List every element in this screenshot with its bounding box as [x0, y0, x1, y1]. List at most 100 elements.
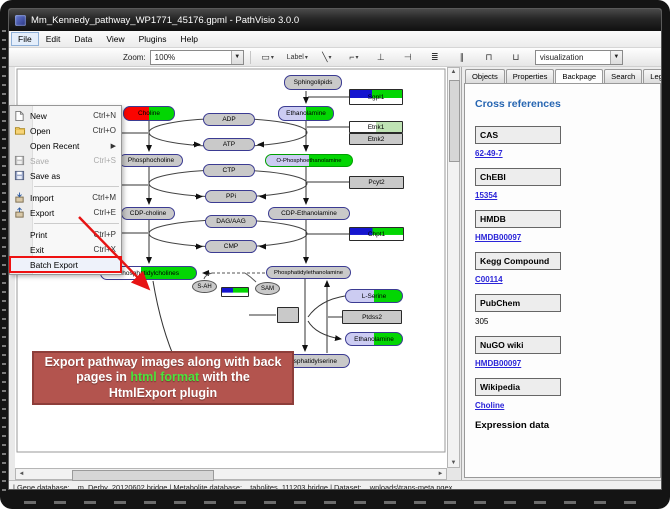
pathway-node-sam[interactable]: SAM	[255, 282, 280, 295]
pathway-node-s-ah[interactable]: S-AH	[192, 280, 217, 293]
common-height-button[interactable]: ⊔	[505, 49, 527, 65]
file-menu-item-exit[interactable]: ExitCtrl+X	[10, 242, 121, 257]
menu-item-label: Save as	[30, 171, 116, 181]
pathway-node-ctp[interactable]: CTP	[203, 164, 255, 177]
common-width-button[interactable]: ⊓	[478, 49, 500, 65]
crossref-section-pubchem: PubChem305	[475, 294, 660, 326]
pathway-node-sgpl1[interactable]: Sgpl1	[349, 89, 403, 105]
file-menu-item-save-as[interactable]: Save as	[10, 168, 121, 183]
blank-icon	[13, 244, 26, 256]
title-bar: Mm_Kennedy_pathway_WP1771_45176.gpml - P…	[9, 9, 661, 31]
menu-item-shortcut: Ctrl+E	[94, 208, 116, 217]
horizontal-scroll-thumb[interactable]	[72, 470, 214, 481]
file-menu-item-open[interactable]: Open Ctrl+O	[10, 123, 121, 138]
cross-references-heading: Cross references	[475, 98, 660, 110]
chevron-down-icon[interactable]: ▼	[610, 51, 622, 64]
pathway-node-l-serine[interactable]: L-Serine	[345, 289, 403, 303]
crossref-section-wikipedia: Wikipedia Choline	[475, 378, 660, 410]
crossref-link-hmdb00097[interactable]: HMDB00097	[475, 359, 521, 368]
pathway-node-etnk1[interactable]: Etnk1	[349, 121, 403, 133]
menu-item-label: Save	[30, 156, 90, 166]
app-icon	[15, 15, 26, 26]
crossref-source-label: Wikipedia	[475, 378, 561, 396]
menu-view[interactable]: View	[99, 32, 131, 46]
pathway-node-phosphocholine[interactable]: Phosphocholine	[119, 154, 183, 167]
file-menu-item-save[interactable]: SaveCtrl+S	[10, 153, 121, 168]
file-menu-item-export[interactable]: ExportCtrl+E	[10, 205, 121, 220]
chevron-down-icon[interactable]: ▾	[305, 54, 308, 61]
menu-item-shortcut: Ctrl+N	[93, 111, 116, 120]
pisd-gene-box[interactable]	[277, 307, 299, 323]
file-menu-item-batch-export[interactable]: Batch Export	[10, 257, 121, 272]
chevron-down-icon[interactable]: ▼	[231, 51, 243, 64]
menu-item-shortcut: Ctrl+P	[94, 230, 116, 239]
frame-perforation-left	[2, 30, 6, 495]
pathway-node-dag-aag[interactable]: DAG/AAG	[205, 215, 257, 228]
chevron-down-icon[interactable]: ▾	[355, 54, 358, 61]
menu-edit[interactable]: Edit	[39, 32, 68, 46]
pathway-node-atp[interactable]: ATP	[203, 138, 255, 151]
file-menu-item-import[interactable]: ImportCtrl+M	[10, 190, 121, 205]
canvas-vertical-scrollbar[interactable]: ▲ ▼	[447, 67, 460, 468]
datanode-tool-button[interactable]: ▭▾	[257, 49, 279, 65]
common-height-icon: ⊔	[512, 52, 519, 63]
distribute-vertical-button[interactable]: ∥	[451, 49, 473, 65]
pemt-gene-box[interactable]	[221, 287, 249, 297]
tab-properties[interactable]: Properties	[506, 69, 555, 83]
file-menu-item-open-recent[interactable]: Open Recent▶	[10, 138, 121, 153]
zoom-combobox[interactable]: 100% ▼	[150, 50, 244, 65]
pathway-node-chpt1[interactable]: Chpt1	[349, 227, 404, 241]
line-tool-button[interactable]: ╲▾	[316, 49, 338, 65]
pathway-node-ppi[interactable]: PPi	[205, 190, 257, 203]
tab-objects[interactable]: Objects	[465, 69, 505, 83]
pathway-node-ethanolamine[interactable]: Ethanolamine	[345, 332, 403, 346]
pathway-node-phosphatidylethanolamine[interactable]: Phosphatidylethanolamine	[266, 266, 351, 279]
menu-help[interactable]: Help	[174, 32, 205, 46]
crossref-source-label: Kegg Compound	[475, 252, 561, 270]
chevron-down-icon[interactable]: ▾	[271, 54, 274, 61]
status-text: | Gene database: ...m_Derby_20120602.bri…	[13, 483, 452, 490]
connector-tool-button[interactable]: ⌐▾	[343, 49, 365, 65]
visualization-combobox[interactable]: visualization ▼	[535, 50, 623, 65]
pathway-node-ethanolamine[interactable]: Ethanolamine	[278, 106, 334, 121]
menu-plugins[interactable]: Plugins	[132, 32, 174, 46]
crossref-link-choline[interactable]: Choline	[475, 401, 504, 410]
file-menu-item-print[interactable]: PrintCtrl+P	[10, 227, 121, 242]
pathway-node-sphingolipids[interactable]: Sphingolipids	[284, 75, 342, 90]
pathway-node-cmp[interactable]: CMP	[205, 240, 257, 253]
pathway-node-cdp-choline[interactable]: CDP-choline	[121, 207, 175, 220]
crossref-link-15354[interactable]: 15354	[475, 191, 497, 200]
main-area: Sphingolipids Sgpl1 Choline Ethanolamine ADP…	[9, 67, 661, 480]
crossref-link-c00114[interactable]: C00114	[475, 275, 503, 284]
tab-backpage[interactable]: Backpage	[555, 69, 603, 84]
menu-data[interactable]: Data	[67, 32, 99, 46]
pathway-node-pcyt2[interactable]: Pcyt2	[349, 176, 404, 189]
chevron-down-icon[interactable]: ▾	[329, 54, 332, 61]
pathvisio-window: Mm_Kennedy_pathway_WP1771_45176.gpml - P…	[8, 8, 662, 490]
pathway-node-adp[interactable]: ADP	[203, 113, 255, 126]
align-center-button[interactable]: ⊥	[370, 49, 392, 65]
label-tool-button[interactable]: Label▾	[284, 49, 311, 65]
menu-item-label: Exit	[30, 245, 90, 255]
menu-file[interactable]: File	[11, 32, 39, 46]
callout-line2: pages in html format with the	[76, 370, 250, 386]
file-menu-item-new[interactable]: NewCtrl+N	[10, 108, 121, 123]
align-middle-button[interactable]: ⊣	[397, 49, 419, 65]
expression-data-heading: Expression data	[475, 420, 660, 431]
pathway-node-o-phosphoethanolamine[interactable]: O-Phosphoethanolamine	[265, 154, 353, 167]
annotation-callout: Export pathway images along with back pa…	[32, 351, 294, 405]
menu-item-label: Open	[30, 126, 89, 136]
vertical-scroll-thumb[interactable]	[449, 80, 460, 162]
pathway-node-cdp-ethanolamine[interactable]: CDP-Ethanolamine	[268, 207, 350, 220]
distribute-horizontal-button[interactable]: ≣	[424, 49, 446, 65]
tab-legend[interactable]: Legend	[643, 69, 662, 83]
menu-item-shortcut: Ctrl+O	[93, 126, 116, 135]
crossref-link-hmdb00097[interactable]: HMDB00097	[475, 233, 521, 242]
crossref-link-62-49-7[interactable]: 62-49-7	[475, 149, 503, 158]
pathway-node-choline[interactable]: Choline	[123, 106, 175, 121]
canvas-horizontal-scrollbar[interactable]: ◄ ►	[15, 468, 447, 480]
pathway-node-etnk2[interactable]: Etnk2	[349, 133, 403, 145]
pathway-node-ptdss2[interactable]: Ptdss2	[342, 310, 402, 324]
open-folder-icon	[13, 125, 26, 137]
tab-search[interactable]: Search	[604, 69, 642, 83]
